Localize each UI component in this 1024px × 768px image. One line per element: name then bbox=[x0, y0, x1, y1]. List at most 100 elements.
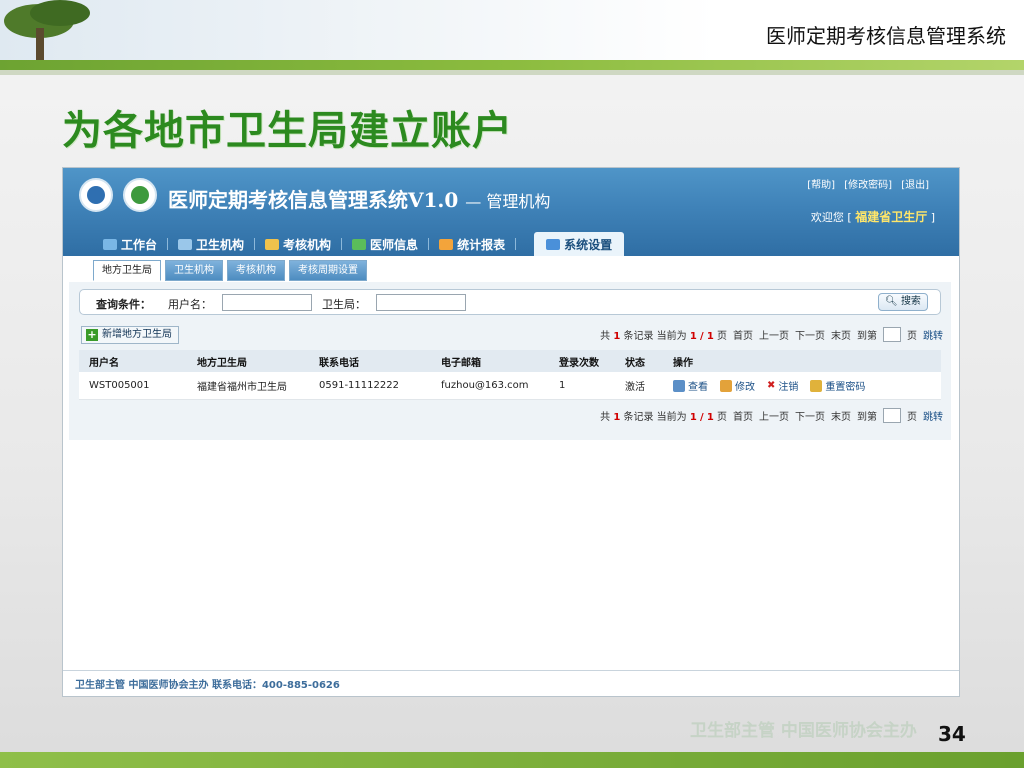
pager-goto-label: 到第 bbox=[857, 412, 877, 423]
slide-top-title: 医师定期考核信息管理系统 bbox=[766, 24, 1006, 48]
add-button-label: 新增地方卫生局 bbox=[102, 329, 172, 340]
nav-item-statistics[interactable]: 统计报表 bbox=[429, 232, 515, 256]
slide-green-bar bbox=[0, 60, 1024, 75]
pager-total: 1 bbox=[613, 331, 621, 342]
welcome-user: 福建省卫生厅 bbox=[855, 210, 928, 224]
app-title: 医师定期考核信息管理系统V1.0 — 管理机构 bbox=[168, 184, 550, 213]
nav-item-health-institutions[interactable]: 卫生机构 bbox=[168, 232, 254, 256]
col-email: 电子邮箱 bbox=[441, 357, 481, 369]
pager-goto-label: 到第 bbox=[857, 331, 877, 342]
change-password-link[interactable]: [修改密码] bbox=[844, 180, 892, 191]
app-window: 医师定期考核信息管理系统V1.0 — 管理机构 [帮助] [修改密码] [退出]… bbox=[62, 167, 960, 697]
search-button-label: 搜索 bbox=[900, 296, 921, 307]
pager-page-unit: 页 bbox=[907, 412, 917, 423]
edit-action[interactable]: 修改 bbox=[720, 378, 755, 393]
username-input[interactable] bbox=[222, 294, 312, 311]
col-status: 状态 bbox=[625, 357, 645, 369]
view-label: 查看 bbox=[688, 382, 708, 393]
table-header: 用户名 地方卫生局 联系电话 电子邮箱 登录次数 状态 操作 bbox=[79, 350, 941, 372]
nav-separator bbox=[515, 238, 517, 250]
pager-next[interactable]: 下一页 bbox=[795, 408, 825, 423]
pager-prefix: 共 bbox=[600, 331, 611, 342]
col-actions: 操作 bbox=[673, 357, 693, 369]
pager-slash: / bbox=[700, 331, 704, 342]
ministry-logo-icon bbox=[79, 178, 113, 212]
query-label: 查询条件： bbox=[96, 298, 151, 311]
plus-icon: + bbox=[86, 328, 98, 341]
help-link[interactable]: [帮助] bbox=[807, 180, 835, 191]
pager-records-text: 条记录 当前为 bbox=[623, 331, 687, 342]
close-icon: ✖ bbox=[767, 380, 776, 391]
pager-jump-button[interactable]: 跳转 bbox=[923, 327, 943, 342]
add-local-bureau-button[interactable]: + 新增地方卫生局 bbox=[81, 326, 179, 344]
bureau-input[interactable] bbox=[376, 294, 466, 311]
page-jump-input[interactable] bbox=[883, 408, 901, 423]
nav-item-workbench[interactable]: 工作台 bbox=[93, 232, 167, 256]
pager-prev[interactable]: 上一页 bbox=[759, 327, 789, 342]
edit-icon bbox=[720, 379, 732, 392]
reset-password-action[interactable]: 重置密码 bbox=[810, 378, 865, 393]
tab-local-health-bureau[interactable]: 地方卫生局 bbox=[93, 260, 161, 281]
hospital-icon bbox=[178, 238, 193, 250]
pager-prev[interactable]: 上一页 bbox=[759, 408, 789, 423]
app-title-text: 医师定期考核信息管理系统V1.0 bbox=[168, 188, 459, 212]
nav-item-system-settings[interactable]: 系统设置 bbox=[534, 232, 625, 256]
nav-label: 卫生机构 bbox=[196, 237, 245, 252]
settings-icon bbox=[546, 238, 561, 250]
nav-item-doctor-info[interactable]: 医师信息 bbox=[342, 232, 428, 256]
page-jump-input[interactable] bbox=[883, 327, 901, 342]
pager-next[interactable]: 下一页 bbox=[795, 327, 825, 342]
cell-email: fuzhou@163.com bbox=[441, 380, 529, 391]
nav-label: 医师信息 bbox=[370, 237, 419, 252]
exam-icon bbox=[265, 238, 280, 250]
cell-username: WST005001 bbox=[89, 380, 150, 391]
pager-page-unit: 页 bbox=[907, 331, 917, 342]
app-footer: 卫生部主管 中国医师协会主办 联系电话：400-885-0626 bbox=[75, 680, 340, 691]
pager-slash: / bbox=[700, 412, 704, 423]
tree-image bbox=[0, 0, 150, 62]
tab-exam-institutions[interactable]: 考核机构 bbox=[227, 260, 285, 281]
page-number: 34 bbox=[938, 722, 966, 746]
pager-last[interactable]: 末页 bbox=[831, 327, 851, 342]
welcome-suffix: ] bbox=[930, 211, 935, 224]
pager-records-text: 条记录 当前为 bbox=[623, 412, 687, 423]
sub-tabs: 地方卫生局 卫生机构 考核机构 考核周期设置 bbox=[93, 260, 367, 281]
pager-jump-button[interactable]: 跳转 bbox=[923, 408, 943, 423]
reset-password-label: 重置密码 bbox=[825, 382, 866, 393]
footer-divider bbox=[63, 670, 959, 671]
logout-link[interactable]: [退出] bbox=[901, 180, 929, 191]
pager-first[interactable]: 首页 bbox=[733, 408, 753, 423]
welcome-text: 欢迎您 [ 福建省卫生厅 ] bbox=[811, 208, 935, 225]
welcome-prefix: 欢迎您 [ bbox=[810, 211, 852, 224]
bureau-table: 用户名 地方卫生局 联系电话 电子邮箱 登录次数 状态 操作 WST005001… bbox=[79, 350, 941, 400]
deactivate-action[interactable]: ✖ 注销 bbox=[767, 378, 798, 393]
username-label: 用户名： bbox=[168, 298, 212, 311]
col-bureau: 地方卫生局 bbox=[197, 357, 247, 369]
query-bar: 查询条件： 用户名： 卫生局： 🔍︎ 搜索 bbox=[79, 289, 941, 315]
nav-label: 系统设置 bbox=[564, 237, 613, 252]
pager-top: 共 1 条记录 当前为 1 / 1 页 首页 上一页 下一页 末页 到第 页 跳… bbox=[600, 327, 943, 342]
tab-exam-cycle-settings[interactable]: 考核周期设置 bbox=[289, 260, 367, 281]
nav-label: 考核机构 bbox=[283, 237, 332, 252]
cell-actions: 查看 修改 ✖ 注销 重置密码 bbox=[673, 378, 941, 393]
search-button[interactable]: 🔍︎ 搜索 bbox=[878, 293, 928, 311]
col-logins: 登录次数 bbox=[559, 357, 599, 369]
chart-icon bbox=[439, 238, 454, 250]
pager-pages: 1 bbox=[706, 412, 714, 423]
cell-bureau: 福建省福州市卫生局 bbox=[197, 382, 287, 393]
view-action[interactable]: 查看 bbox=[673, 378, 708, 393]
content-area: 查询条件： 用户名： 卫生局： 🔍︎ 搜索 + 新增地方卫生局 共 1 条记录 … bbox=[69, 282, 951, 440]
bureau-label: 卫生局： bbox=[322, 298, 366, 311]
tab-health-institutions[interactable]: 卫生机构 bbox=[165, 260, 223, 281]
nav-label: 统计报表 bbox=[457, 237, 506, 252]
nav-item-exam-institutions[interactable]: 考核机构 bbox=[255, 232, 341, 256]
desk-icon bbox=[103, 238, 117, 250]
app-title-suffix: — 管理机构 bbox=[465, 192, 551, 211]
table-row: WST005001 福建省福州市卫生局 0591-11112222 fuzhou… bbox=[79, 372, 941, 400]
key-icon bbox=[810, 379, 823, 392]
pager-current: 1 bbox=[689, 331, 697, 342]
pager-last[interactable]: 末页 bbox=[831, 408, 851, 423]
pager-first[interactable]: 首页 bbox=[733, 327, 753, 342]
main-nav: 工作台 卫生机构 考核机构 医师信息 统计报表 系统设置 bbox=[93, 232, 625, 256]
search-icon: 🔍︎ bbox=[885, 296, 898, 307]
